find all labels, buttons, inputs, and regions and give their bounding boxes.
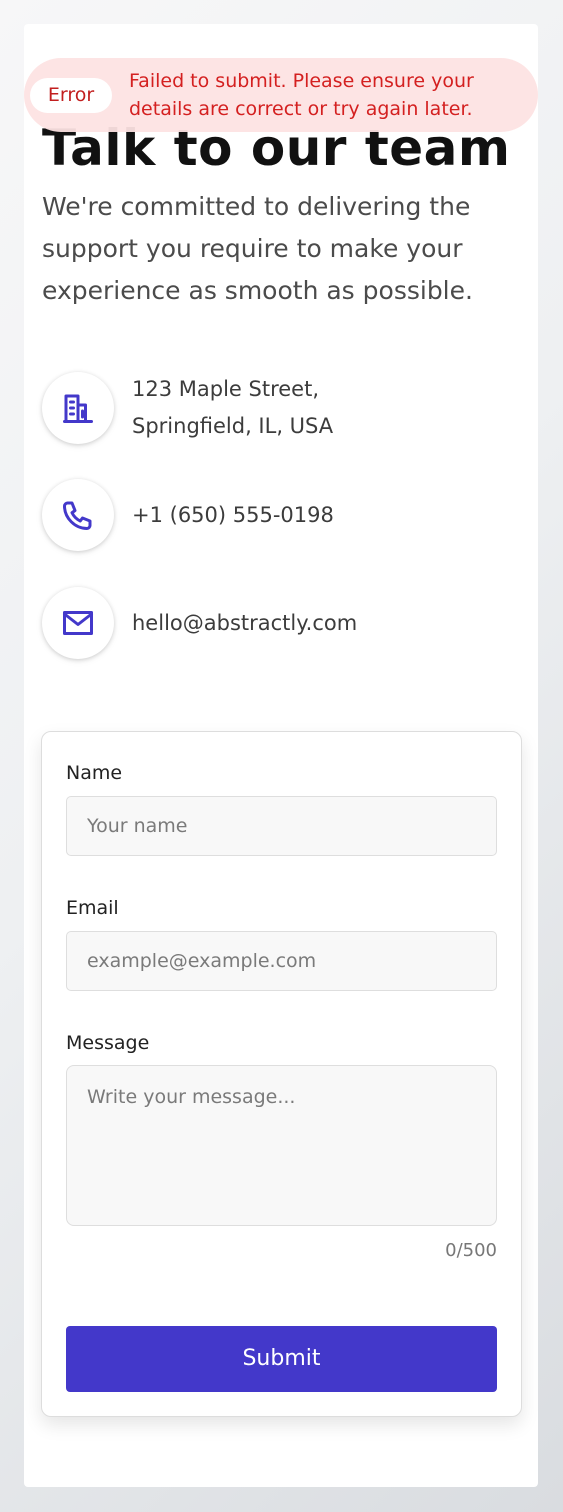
- address-line-1: 123 Maple Street,: [132, 377, 319, 401]
- mail-icon: [42, 587, 114, 659]
- character-counter: 0/500: [445, 1240, 497, 1261]
- email-address[interactable]: hello@abstractly.com: [132, 605, 357, 642]
- name-input[interactable]: [66, 796, 497, 856]
- building-icon: [42, 372, 114, 444]
- contact-page-card: Talk to our team We're committed to deli…: [24, 24, 538, 1487]
- intro-text: We're committed to delivering the suppor…: [42, 192, 473, 305]
- address-contact: 123 Maple Street, Springfield, IL, USA: [42, 371, 512, 445]
- phone-contact: +1 (650) 555-0198: [42, 479, 512, 551]
- phone-number[interactable]: +1 (650) 555-0198: [132, 497, 334, 534]
- address-text: 123 Maple Street, Springfield, IL, USA: [132, 371, 333, 445]
- error-toast: Error Failed to submit. Please ensure yo…: [24, 58, 538, 132]
- email-input[interactable]: [66, 931, 497, 991]
- error-badge: Error: [30, 77, 112, 113]
- submit-button[interactable]: Submit: [66, 1326, 497, 1392]
- name-label: Name: [66, 762, 123, 784]
- phone-icon: [42, 479, 114, 551]
- error-message: Failed to submit. Please ensure your det…: [129, 70, 474, 120]
- message-textarea[interactable]: [66, 1065, 497, 1226]
- message-label: Message: [66, 1032, 150, 1054]
- email-label: Email: [66, 897, 119, 919]
- contact-form: Name Email Message 0/500 Submit: [41, 731, 522, 1417]
- email-contact: hello@abstractly.com: [42, 587, 512, 659]
- address-line-2: Springfield, IL, USA: [132, 414, 334, 438]
